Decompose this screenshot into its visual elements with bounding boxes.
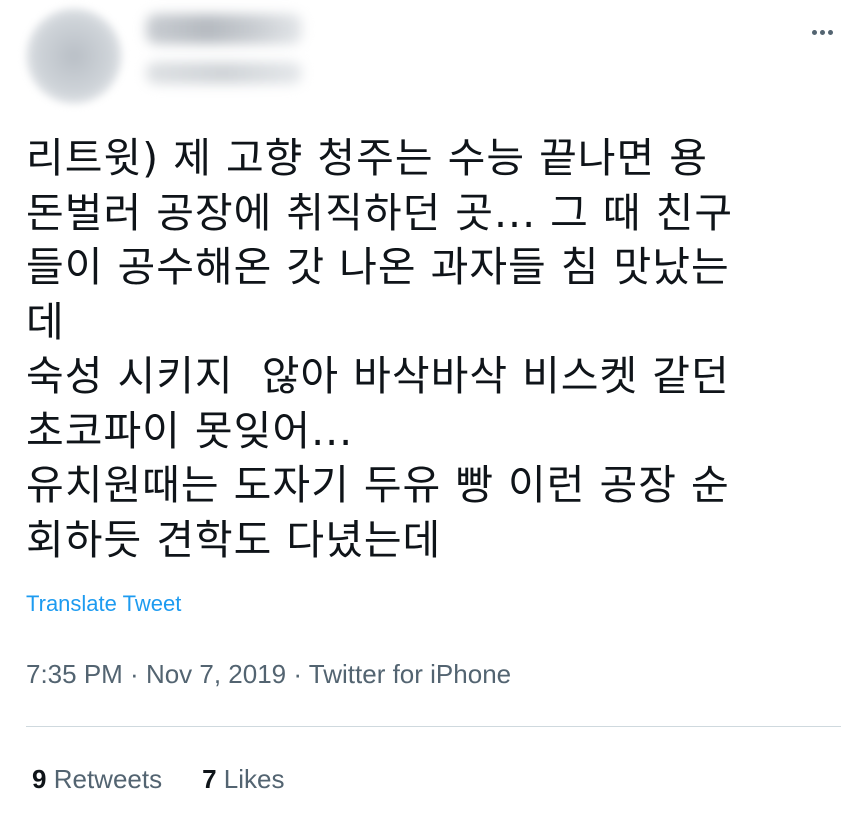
tweet-time[interactable]: 7:35 PM: [26, 659, 123, 689]
meta-separator: ·: [122, 659, 146, 689]
tweet-text-line: 데: [26, 297, 65, 346]
tweet-metadata: 7:35 PM · Nov 7, 2019 · Twitter for iPho…: [26, 659, 511, 690]
likes-label: Likes: [223, 764, 285, 794]
dot-icon: [811, 29, 817, 35]
tweet-text: 리트윗) 제 고향 청주는 수능 끝나면 용 돈벌러 공장에 취직하던 곳...…: [26, 131, 846, 567]
display-name-blurred[interactable]: [146, 14, 302, 44]
tweet-text-line: 돈벌러 공장에 취직하던 곳... 그 때 친구: [26, 188, 734, 237]
retweets-stat[interactable]: 9 Retweets: [32, 764, 162, 795]
tweet-header: [0, 0, 863, 110]
meta-separator: ·: [286, 659, 309, 689]
retweets-count: 9: [32, 764, 47, 794]
dot-icon: [827, 29, 833, 35]
avatar[interactable]: [26, 8, 122, 104]
more-options-icon[interactable]: [804, 22, 840, 42]
tweet-date[interactable]: Nov 7, 2019: [146, 659, 286, 689]
tweet-text-line: 초코파이 못잊어...: [26, 406, 354, 455]
translate-tweet-link[interactable]: Translate Tweet: [26, 591, 181, 617]
likes-count: 7: [202, 764, 217, 794]
tweet-text-line: 유치원때는 도자기 두유 빵 이런 공장 순: [26, 461, 730, 509]
tweet-text-line: 리트윗) 제 고향 청주는 수능 끝나면 용: [26, 134, 708, 182]
retweets-label: Retweets: [53, 764, 163, 794]
tweet-source[interactable]: Twitter for iPhone: [309, 659, 511, 689]
likes-stat[interactable]: 7 Likes: [202, 764, 284, 795]
engagement-stats: 9 Retweets 7 Likes: [32, 764, 285, 795]
tweet-text-line: 회하듯 견학도 다녔는데: [26, 515, 442, 564]
tweet-text-line: 들이 공수해온 갓 나온 과자들 침 맛났는: [26, 243, 730, 291]
divider: [26, 726, 841, 727]
tweet-text-line: 숙성 시키지 않아 바삭바삭 비스켓 같던: [26, 352, 730, 400]
dot-icon: [819, 29, 825, 35]
username-blurred[interactable]: [146, 62, 302, 84]
